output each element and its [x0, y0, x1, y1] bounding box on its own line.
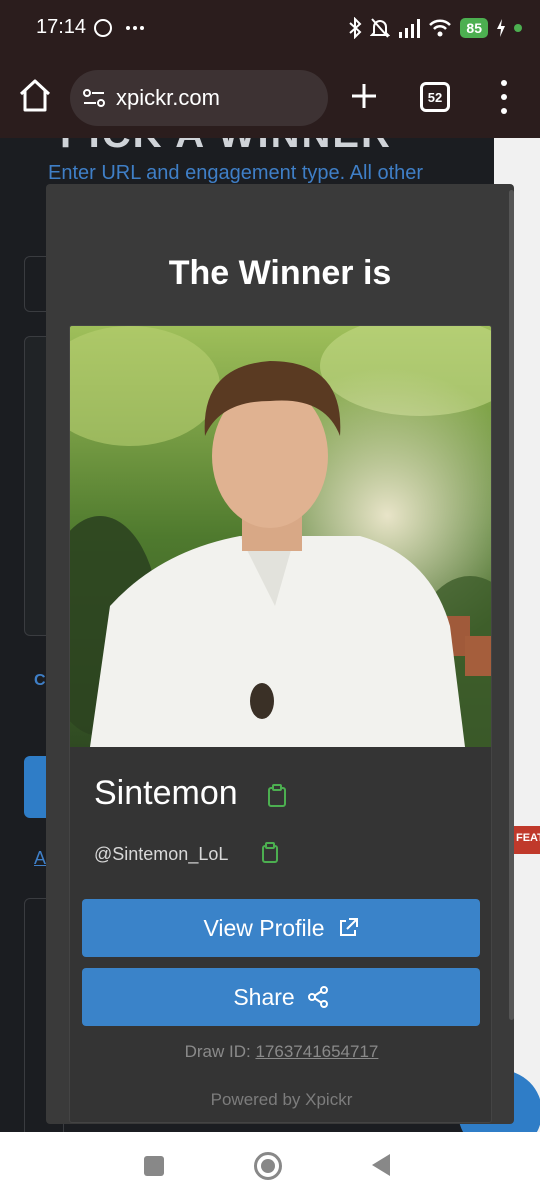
battery-icon: 85	[460, 18, 488, 38]
draw-id-value[interactable]: 1763741654717	[255, 1042, 378, 1061]
system-nav-bar	[0, 1132, 540, 1200]
back-icon[interactable]	[372, 1154, 390, 1176]
url-text: xpickr.com	[116, 85, 220, 110]
winner-name: Sintemon	[94, 774, 238, 812]
powered-by: Powered by Xpickr	[210, 1090, 353, 1109]
share-button[interactable]: Share	[82, 968, 480, 1026]
recents-icon[interactable]	[144, 1156, 164, 1176]
copy-name-icon[interactable]	[266, 784, 288, 808]
tab-switcher-button[interactable]: 52	[420, 82, 450, 112]
draw-id-label: Draw ID:	[184, 1042, 251, 1061]
new-tab-icon[interactable]	[348, 80, 380, 112]
background-link: A	[34, 848, 47, 868]
winner-card: Sintemon @Sintemon_LoL View Profile Shar…	[69, 325, 492, 1123]
home-icon[interactable]	[18, 78, 52, 114]
home-nav-icon[interactable]	[254, 1152, 282, 1180]
copy-handle-icon[interactable]	[260, 842, 280, 864]
mute-icon	[370, 18, 391, 38]
overflow-menu-icon[interactable]	[494, 80, 514, 114]
whatsapp-icon	[94, 19, 144, 37]
modal-title: The Winner is	[168, 254, 392, 292]
address-bar[interactable]: xpickr.com	[70, 70, 328, 126]
view-profile-button[interactable]: View Profile	[82, 899, 480, 957]
browser-toolbar: xpickr.com 52	[0, 56, 540, 138]
winner-profile-photo	[70, 326, 491, 747]
notification-dot	[514, 24, 522, 32]
modal-scrollbar[interactable]	[509, 190, 514, 1020]
status-bar: 17:14 85	[0, 0, 540, 56]
wifi-icon	[429, 19, 452, 37]
background-subtitle: Enter URL and engagement type. All other	[48, 162, 424, 184]
winner-handle: @Sintemon_LoL	[94, 844, 229, 864]
signal-icon	[399, 19, 421, 38]
share-label: Share	[233, 983, 295, 1010]
background-title: PICK A WINNER	[60, 138, 392, 157]
draw-id: Draw ID: 1763741654717	[70, 1042, 491, 1062]
share-icon	[307, 986, 328, 1008]
bluetooth-icon	[349, 17, 362, 39]
status-time: 17:14	[36, 16, 87, 38]
site-settings-icon[interactable]	[82, 87, 106, 109]
charging-icon	[497, 19, 505, 37]
external-link-icon	[339, 918, 358, 936]
status-icons: 85	[348, 15, 522, 41]
feature-tag: FEATU	[514, 826, 540, 854]
view-profile-label: View Profile	[203, 914, 325, 941]
